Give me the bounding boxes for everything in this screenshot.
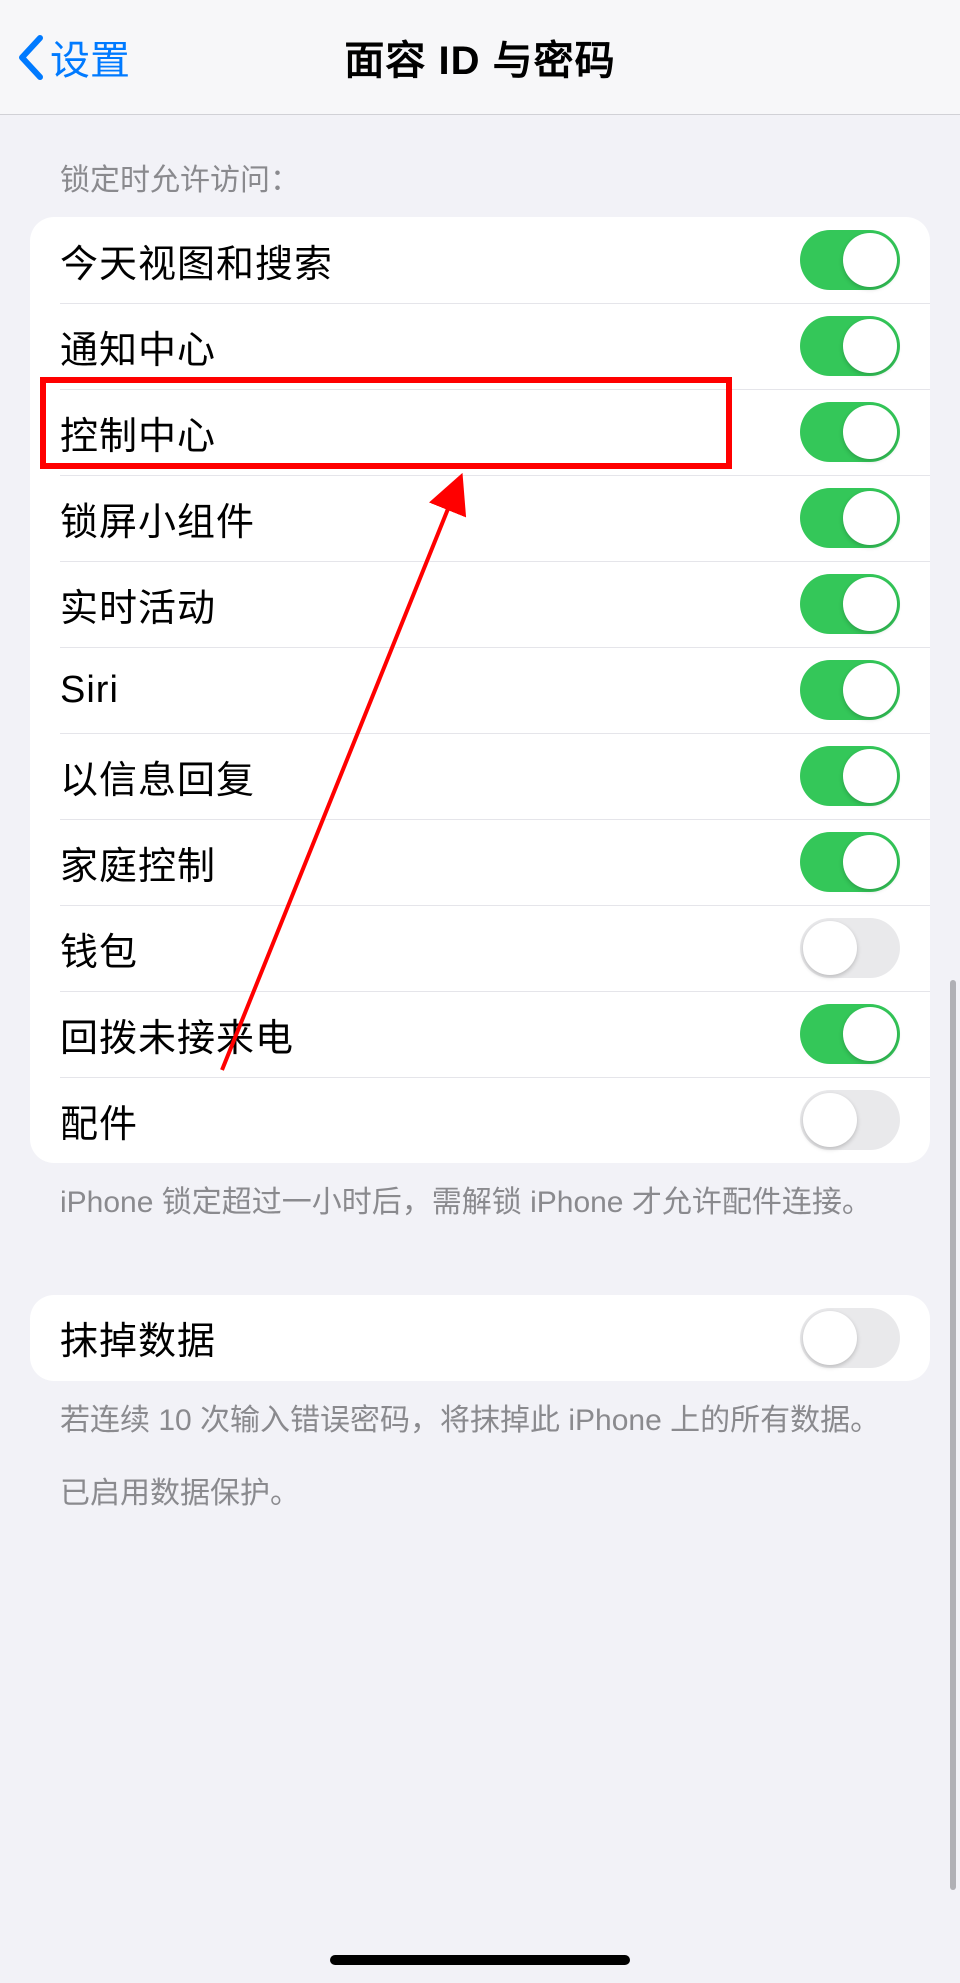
chevron-left-icon: [16, 35, 46, 80]
switch-notification-center[interactable]: [800, 316, 900, 376]
row-siri[interactable]: Siri: [30, 647, 930, 733]
switch-accessories[interactable]: [800, 1090, 900, 1150]
switch-return-missed[interactable]: [800, 1004, 900, 1064]
row-label: 锁屏小组件: [60, 491, 255, 546]
row-live-activities[interactable]: 实时活动: [30, 561, 930, 647]
row-return-missed[interactable]: 回拨未接来电: [30, 991, 930, 1077]
switch-today-view[interactable]: [800, 230, 900, 290]
row-control-center[interactable]: 控制中心: [30, 389, 930, 475]
scrollbar[interactable]: [950, 980, 956, 1890]
row-label: 家庭控制: [60, 835, 216, 890]
switch-reply-message[interactable]: [800, 746, 900, 806]
row-label: 今天视图和搜索: [60, 233, 333, 288]
row-label: 控制中心: [60, 405, 216, 460]
row-wallet[interactable]: 钱包: [30, 905, 930, 991]
switch-siri[interactable]: [800, 660, 900, 720]
lock-access-group: 今天视图和搜索 通知中心 控制中心 锁屏小组件 实时活动 Siri 以信息回复: [30, 217, 930, 1163]
row-today-view[interactable]: 今天视图和搜索: [30, 217, 930, 303]
row-accessories[interactable]: 配件: [30, 1077, 930, 1163]
back-label: 设置: [50, 28, 130, 86]
page-title: 面容 ID 与密码: [344, 28, 615, 86]
row-label: 实时活动: [60, 577, 216, 632]
row-label: 钱包: [60, 921, 138, 976]
row-label: Siri: [60, 669, 119, 712]
row-erase-data[interactable]: 抹掉数据: [30, 1295, 930, 1381]
row-label: 抹掉数据: [60, 1310, 216, 1365]
switch-lock-widgets[interactable]: [800, 488, 900, 548]
section-header-lock-access: 锁定时允许访问：: [30, 115, 930, 217]
switch-wallet[interactable]: [800, 918, 900, 978]
row-home-control[interactable]: 家庭控制: [30, 819, 930, 905]
erase-data-group: 抹掉数据: [30, 1295, 930, 1381]
row-reply-message[interactable]: 以信息回复: [30, 733, 930, 819]
row-lock-widgets[interactable]: 锁屏小组件: [30, 475, 930, 561]
switch-control-center[interactable]: [800, 402, 900, 462]
switch-erase-data[interactable]: [800, 1308, 900, 1368]
row-label: 配件: [60, 1093, 138, 1148]
navigation-bar: 设置 面容 ID 与密码: [0, 0, 960, 115]
row-notification-center[interactable]: 通知中心: [30, 303, 930, 389]
home-indicator[interactable]: [330, 1955, 630, 1965]
row-label: 通知中心: [60, 319, 216, 374]
switch-live-activities[interactable]: [800, 574, 900, 634]
section-footer-data-protection: 已启用数据保护。: [30, 1442, 930, 1516]
row-label: 回拨未接来电: [60, 1007, 294, 1062]
row-label: 以信息回复: [60, 749, 255, 804]
section-footer-accessories: iPhone 锁定超过一小时后，需解锁 iPhone 才允许配件连接。: [30, 1163, 930, 1225]
back-button[interactable]: 设置: [0, 28, 130, 86]
section-footer-erase: 若连续 10 次输入错误密码，将抹掉此 iPhone 上的所有数据。: [30, 1381, 930, 1443]
switch-home-control[interactable]: [800, 832, 900, 892]
